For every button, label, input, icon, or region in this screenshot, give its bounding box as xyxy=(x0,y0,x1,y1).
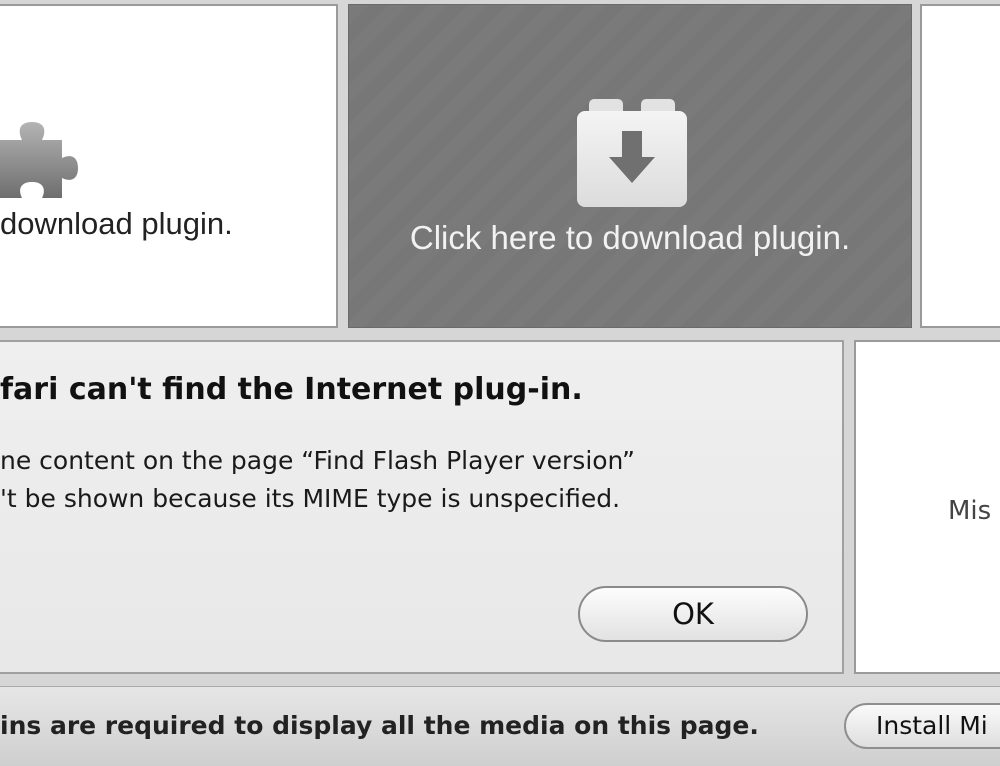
plugin-placeholder-light[interactable]: download plugin. xyxy=(0,4,338,328)
plugin-placeholder-dark[interactable]: Click here to download plugin. xyxy=(348,4,912,328)
plugin-placeholder-edge xyxy=(920,4,1000,328)
click-to-download-label: Click here to download plugin. xyxy=(409,219,851,256)
ok-button[interactable]: OK xyxy=(578,586,808,642)
alert-message-line: 't be shown because its MIME type is uns… xyxy=(0,484,621,513)
download-brick-icon xyxy=(577,99,687,207)
missing-plugin-label: Mis xyxy=(948,496,992,526)
alert-message-line: ne content on the page “Find Flash Playe… xyxy=(0,446,635,475)
missing-plugin-alert: fari can't find the Internet plug-in. ne… xyxy=(0,340,844,674)
puzzle-piece-icon xyxy=(0,122,78,198)
notification-message: ins are required to display all the medi… xyxy=(0,711,759,740)
missing-plugin-placeholder[interactable]: Mis xyxy=(854,340,1000,674)
install-plugin-button[interactable]: Install Mi xyxy=(844,703,1000,749)
plugin-notification-bar: ins are required to display all the medi… xyxy=(0,686,1000,766)
download-plugin-label: download plugin. xyxy=(0,206,233,241)
alert-title: fari can't find the Internet plug-in. xyxy=(0,372,583,407)
